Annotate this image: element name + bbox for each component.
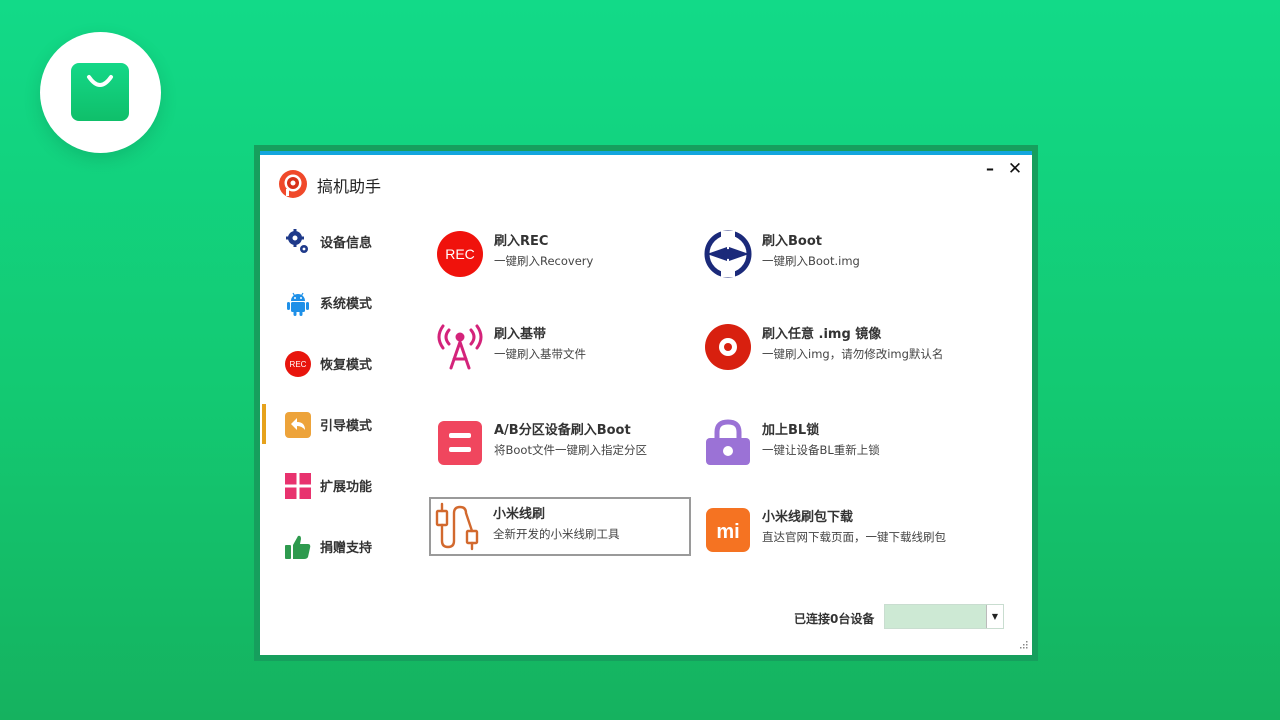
connected-devices-label: 已连接0台设备	[794, 612, 875, 626]
flash-baseband-card[interactable]: 刷入基带 一键刷入基带文件	[432, 319, 692, 375]
card-title: 刷入REC	[494, 234, 549, 249]
flash-img-card[interactable]: 刷入任意 .img 镜像 一键刷入img，请勿修改img默认名	[700, 319, 960, 375]
resize-grip-icon[interactable]	[1018, 641, 1028, 651]
card-subtitle: 一键让设备BL重新上锁	[762, 443, 880, 457]
nav-item-donate[interactable]: 捐赠支持	[260, 526, 410, 566]
nav-label: 引导模式	[320, 419, 373, 434]
rec-icon: REC	[437, 231, 483, 277]
xiaomi-flash-card[interactable]: 小米线刷 全新开发的小米线刷工具	[429, 497, 691, 556]
rec-icon: REC	[285, 351, 311, 377]
card-title: 刷入任意 .img 镜像	[762, 327, 882, 342]
nav-label: 扩展功能	[320, 480, 373, 495]
app-window: – ✕ 搞机助手 设备信息 系统模式 REC 恢复模式 引导模式 扩展功能 捐赠…	[260, 151, 1032, 655]
card-subtitle: 一键刷入Boot.img	[762, 254, 860, 268]
minimize-button[interactable]: –	[980, 159, 1000, 179]
window-accent-bar	[260, 151, 1032, 155]
device-select[interactable]: ▼	[884, 604, 1004, 629]
card-subtitle: 将Boot文件一键刷入指定分区	[494, 443, 647, 457]
card-title: 小米线刷	[493, 507, 546, 522]
app-logo-icon	[279, 170, 307, 198]
close-button[interactable]: ✕	[1005, 159, 1025, 179]
card-title: 刷入基带	[494, 327, 547, 342]
lock-icon	[706, 419, 750, 465]
boot-disc-icon	[704, 230, 752, 278]
signal-tower-icon	[437, 324, 483, 370]
ab-partition-boot-card[interactable]: A/B分区设备刷入Boot 将Boot文件一键刷入指定分区	[432, 415, 692, 471]
flash-boot-card[interactable]: 刷入Boot 一键刷入Boot.img	[700, 226, 960, 282]
nav-item-recovery-mode[interactable]: REC 恢复模式	[260, 343, 410, 383]
partition-icon	[438, 421, 482, 465]
card-title: 加上BL锁	[762, 423, 820, 438]
grid-icon	[285, 473, 311, 499]
nav-label: 系统模式	[320, 297, 373, 312]
reply-arrow-icon	[285, 412, 311, 438]
nav-item-bootloader-mode[interactable]: 引导模式	[260, 404, 410, 444]
card-title: A/B分区设备刷入Boot	[494, 423, 631, 438]
nav-label: 设备信息	[320, 236, 373, 251]
mi-logo-text: mi	[716, 521, 739, 543]
thumbs-up-icon	[285, 535, 311, 559]
card-title: 刷入Boot	[762, 234, 822, 249]
android-icon	[287, 292, 309, 316]
shopping-bag-icon	[71, 63, 129, 121]
chevron-down-icon[interactable]: ▼	[986, 605, 1003, 628]
nav-label: 恢复模式	[320, 358, 373, 373]
nav-item-system-mode[interactable]: 系统模式	[260, 282, 410, 322]
disc-icon	[705, 324, 751, 370]
nav-label: 捐赠支持	[320, 541, 373, 556]
xiaomi-rom-download-card[interactable]: mi 小米线刷包下载 直达官网下载页面，一键下载线刷包	[700, 502, 960, 558]
card-title: 小米线刷包下载	[762, 510, 854, 525]
relock-bl-card[interactable]: 加上BL锁 一键让设备BL重新上锁	[700, 415, 960, 471]
app-store-badge	[40, 32, 161, 153]
card-subtitle: 一键刷入Recovery	[494, 254, 594, 268]
card-subtitle: 直达官网下载页面，一键下载线刷包	[762, 530, 946, 544]
mi-logo-icon: mi	[706, 508, 750, 552]
card-subtitle: 一键刷入基带文件	[494, 347, 586, 361]
flash-rec-card[interactable]: REC 刷入REC 一键刷入Recovery	[432, 226, 692, 282]
app-window-frame: – ✕ 搞机助手 设备信息 系统模式 REC 恢复模式 引导模式 扩展功能 捐赠…	[254, 145, 1038, 661]
app-title: 搞机助手	[317, 177, 382, 196]
card-subtitle: 全新开发的小米线刷工具	[493, 527, 620, 541]
rec-icon-text: REC	[290, 360, 307, 369]
usb-cable-icon	[435, 502, 479, 551]
gears-icon	[286, 229, 308, 253]
nav-item-device-info[interactable]: 设备信息	[260, 221, 410, 261]
rec-icon-text: REC	[445, 246, 475, 262]
nav-item-extensions[interactable]: 扩展功能	[260, 465, 410, 505]
card-subtitle: 一键刷入img，请勿修改img默认名	[762, 347, 944, 361]
